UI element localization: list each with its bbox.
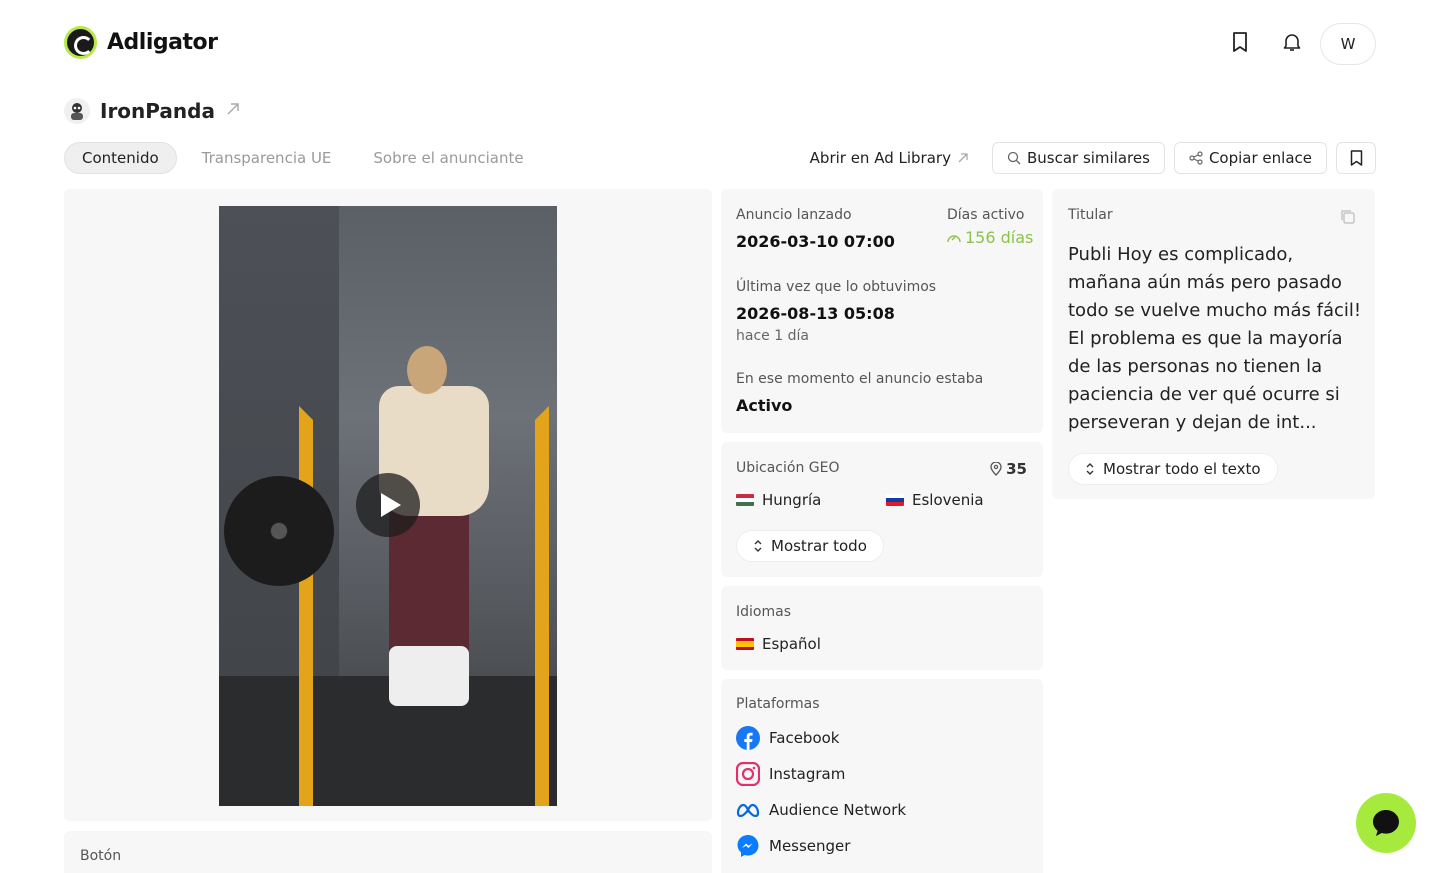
logo-icon — [64, 26, 97, 59]
facebook-icon — [736, 726, 760, 750]
country-label: Hungría — [762, 491, 822, 509]
headline-label: Titular — [1068, 207, 1113, 223]
language-label: Español — [762, 635, 821, 653]
meta-icon — [736, 798, 760, 822]
platform-item: Audience Network — [736, 798, 906, 822]
ad-info-panel: Anuncio lanzado 2026-03-10 07:00 Días ac… — [721, 189, 1043, 433]
platforms-label: Plataformas — [736, 696, 820, 712]
geo-count-value: 35 — [1006, 460, 1027, 478]
open-ad-library-link[interactable]: Abrir en Ad Library — [810, 149, 969, 167]
bookmark-icon[interactable] — [1228, 30, 1252, 54]
chat-icon — [1373, 810, 1399, 836]
trend-up-icon — [947, 234, 961, 242]
video-frame-plate — [224, 476, 334, 586]
tab-transparencia-ue[interactable]: Transparencia UE — [185, 142, 349, 174]
share-icon — [1189, 151, 1203, 165]
show-full-text-button[interactable]: Mostrar todo el texto — [1068, 453, 1278, 485]
tab-sobre-anunciante[interactable]: Sobre el anunciante — [356, 142, 540, 174]
hungary-flag-icon — [736, 494, 754, 506]
find-similar-button[interactable]: Buscar similares — [991, 142, 1165, 174]
expand-icon — [1086, 463, 1094, 475]
location-pin-icon — [990, 462, 1002, 476]
copy-link-button[interactable]: Copiar enlace — [1173, 142, 1327, 174]
advertiser-header: IronPanda — [64, 98, 241, 124]
slovenia-flag-icon — [886, 494, 904, 506]
show-all-label: Mostrar todo — [771, 537, 867, 555]
app-logo[interactable]: Adligator — [64, 26, 218, 59]
languages-label: Idiomas — [736, 604, 791, 620]
external-link-icon[interactable] — [225, 101, 241, 121]
country-label: Eslovenia — [912, 491, 984, 509]
languages-panel: Idiomas Español — [721, 586, 1043, 670]
copy-icon[interactable] — [1340, 209, 1355, 228]
messenger-icon — [736, 834, 760, 858]
user-avatar[interactable]: W — [1320, 23, 1376, 65]
headline-panel: Titular Publi Hoy es complicado, mañana … — [1052, 189, 1375, 499]
ad-video[interactable] — [219, 206, 557, 806]
bell-icon[interactable] — [1280, 30, 1304, 54]
cta-button-panel: Botón — [64, 831, 712, 873]
play-icon[interactable] — [356, 473, 420, 537]
save-ad-button[interactable] — [1336, 142, 1376, 174]
last-seen-label: Última vez que lo obtuvimos — [736, 279, 937, 295]
advertiser-name[interactable]: IronPanda — [100, 99, 215, 123]
status-label: En ese momento el anuncio estaba — [736, 371, 984, 387]
platform-item: Instagram — [736, 762, 845, 786]
expand-icon — [754, 540, 762, 552]
geo-label: Ubicación GEO — [736, 460, 840, 476]
tab-contenido[interactable]: Contenido — [64, 142, 177, 174]
days-active: 156 días — [947, 228, 1033, 247]
last-seen-value: 2026-08-13 05:08 — [736, 304, 895, 323]
geo-panel: Ubicación GEO 35 Hungría Eslovenia Mostr… — [721, 442, 1043, 577]
ad-actions: Abrir en Ad Library Buscar similares Cop… — [810, 142, 1376, 174]
show-all-countries-button[interactable]: Mostrar todo — [736, 530, 884, 562]
advertiser-avatar — [64, 98, 90, 124]
platform-label: Instagram — [769, 765, 846, 783]
days-active-label: Días activo — [947, 207, 1025, 223]
top-header: Adligator W — [0, 0, 1440, 88]
app-name: Adligator — [107, 30, 218, 55]
launched-value: 2026-03-10 07:00 — [736, 232, 895, 251]
open-ad-library-label: Abrir en Ad Library — [809, 149, 951, 167]
search-icon — [1007, 151, 1021, 165]
country-item: Hungría — [736, 491, 821, 509]
days-active-value: 156 días — [965, 228, 1034, 247]
platform-label: Facebook — [769, 729, 840, 747]
chat-support-button[interactable] — [1356, 793, 1416, 853]
spain-flag-icon — [736, 638, 754, 650]
headline-text: Publi Hoy es complicado, mañana aún más … — [1068, 244, 1362, 433]
language-item: Español — [736, 635, 821, 653]
last-seen-relative: hace 1 día — [736, 328, 809, 344]
copy-link-label: Copiar enlace — [1208, 149, 1312, 167]
cta-button-label: Botón — [80, 848, 122, 864]
content-tabs: Contenido Transparencia UE Sobre el anun… — [64, 142, 541, 174]
platforms-panel: Plataformas Facebook Instagram Audience … — [721, 679, 1043, 873]
platform-item: Messenger — [736, 834, 850, 858]
external-link-icon — [958, 153, 968, 163]
instagram-icon — [736, 762, 760, 786]
platform-label: Messenger — [769, 837, 851, 855]
platform-item: Facebook — [736, 726, 839, 750]
bookmark-icon — [1350, 150, 1362, 166]
platform-label: Audience Network — [769, 801, 907, 819]
status-value: Activo — [736, 396, 793, 415]
show-full-text-label: Mostrar todo el texto — [1103, 460, 1261, 478]
launched-label: Anuncio lanzado — [736, 207, 852, 223]
country-item: Eslovenia — [886, 491, 984, 509]
media-panel — [64, 189, 712, 821]
geo-count: 35 — [990, 460, 1027, 478]
find-similar-label: Buscar similares — [1026, 149, 1150, 167]
